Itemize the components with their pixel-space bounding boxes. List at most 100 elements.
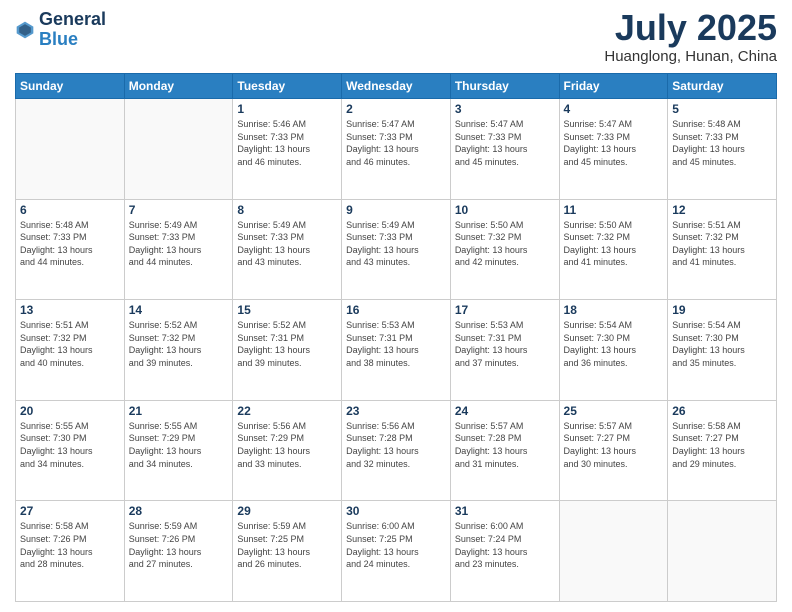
logo-blue: Blue xyxy=(39,30,106,50)
day-info: Sunrise: 5:52 AM Sunset: 7:31 PM Dayligh… xyxy=(237,319,337,369)
day-number: 27 xyxy=(20,504,120,518)
calendar-cell: 8 Sunrise: 5:49 AM Sunset: 7:33 PM Daylig… xyxy=(233,199,342,300)
day-number: 15 xyxy=(237,303,337,317)
day-info: Sunrise: 6:00 AM Sunset: 7:24 PM Dayligh… xyxy=(455,520,555,570)
day-number: 30 xyxy=(346,504,446,518)
calendar-cell: 28 Sunrise: 5:59 AM Sunset: 7:26 PM Dayli… xyxy=(124,501,233,602)
header: General Blue July 2025 Huanglong, Hunan,… xyxy=(15,10,777,65)
calendar-cell: 24 Sunrise: 5:57 AM Sunset: 7:28 PM Dayli… xyxy=(450,400,559,501)
month-title: July 2025 xyxy=(604,10,777,46)
calendar-cell: 10Sunrise: 5:50 AM Sunset: 7:32 PM Dayli… xyxy=(450,199,559,300)
day-number: 9 xyxy=(346,203,446,217)
day-info: Sunrise: 5:56 AM Sunset: 7:28 PM Dayligh… xyxy=(346,420,446,470)
week-row-1: 1 Sunrise: 5:46 AM Sunset: 7:33 PM Daylig… xyxy=(16,99,777,200)
calendar-cell: 23Sunrise: 5:56 AM Sunset: 7:28 PM Dayli… xyxy=(342,400,451,501)
calendar-cell: 4Sunrise: 5:47 AM Sunset: 7:33 PM Daylig… xyxy=(559,99,668,200)
day-number: 22 xyxy=(237,404,337,418)
day-info: Sunrise: 5:49 AM Sunset: 7:33 PM Dayligh… xyxy=(129,219,229,269)
day-info: Sunrise: 5:49 AM Sunset: 7:33 PM Dayligh… xyxy=(346,219,446,269)
calendar-cell: 29Sunrise: 5:59 AM Sunset: 7:25 PM Dayli… xyxy=(233,501,342,602)
day-number: 12 xyxy=(672,203,772,217)
calendar-cell: 11Sunrise: 5:50 AM Sunset: 7:32 PM Dayli… xyxy=(559,199,668,300)
day-number: 24 xyxy=(455,404,555,418)
day-info: Sunrise: 5:54 AM Sunset: 7:30 PM Dayligh… xyxy=(672,319,772,369)
calendar-cell: 14 Sunrise: 5:52 AM Sunset: 7:32 PM Dayli… xyxy=(124,300,233,401)
day-info: Sunrise: 5:54 AM Sunset: 7:30 PM Dayligh… xyxy=(564,319,664,369)
calendar-cell: 3 Sunrise: 5:47 AM Sunset: 7:33 PM Daylig… xyxy=(450,99,559,200)
calendar-cell: 15 Sunrise: 5:52 AM Sunset: 7:31 PM Dayli… xyxy=(233,300,342,401)
week-row-4: 20Sunrise: 5:55 AM Sunset: 7:30 PM Dayli… xyxy=(16,400,777,501)
day-info: Sunrise: 6:00 AM Sunset: 7:25 PM Dayligh… xyxy=(346,520,446,570)
day-info: Sunrise: 5:58 AM Sunset: 7:27 PM Dayligh… xyxy=(672,420,772,470)
day-info: Sunrise: 5:49 AM Sunset: 7:33 PM Dayligh… xyxy=(237,219,337,269)
day-info: Sunrise: 5:48 AM Sunset: 7:33 PM Dayligh… xyxy=(672,118,772,168)
day-number: 11 xyxy=(564,203,664,217)
day-info: Sunrise: 5:51 AM Sunset: 7:32 PM Dayligh… xyxy=(20,319,120,369)
day-number: 20 xyxy=(20,404,120,418)
calendar-cell: 25 Sunrise: 5:57 AM Sunset: 7:27 PM Dayli… xyxy=(559,400,668,501)
calendar-cell: 7 Sunrise: 5:49 AM Sunset: 7:33 PM Daylig… xyxy=(124,199,233,300)
col-header-wednesday: Wednesday xyxy=(342,74,451,99)
day-number: 3 xyxy=(455,102,555,116)
calendar-cell xyxy=(668,501,777,602)
col-header-monday: Monday xyxy=(124,74,233,99)
day-info: Sunrise: 5:47 AM Sunset: 7:33 PM Dayligh… xyxy=(455,118,555,168)
day-number: 19 xyxy=(672,303,772,317)
day-number: 4 xyxy=(564,102,664,116)
day-number: 2 xyxy=(346,102,446,116)
calendar-cell: 17Sunrise: 5:53 AM Sunset: 7:31 PM Dayli… xyxy=(450,300,559,401)
day-number: 8 xyxy=(237,203,337,217)
page: General Blue July 2025 Huanglong, Hunan,… xyxy=(0,0,792,612)
calendar-cell xyxy=(559,501,668,602)
col-header-friday: Friday xyxy=(559,74,668,99)
calendar-cell: 27Sunrise: 5:58 AM Sunset: 7:26 PM Dayli… xyxy=(16,501,125,602)
calendar-cell xyxy=(124,99,233,200)
day-info: Sunrise: 5:48 AM Sunset: 7:33 PM Dayligh… xyxy=(20,219,120,269)
day-number: 1 xyxy=(237,102,337,116)
title-block: July 2025 Huanglong, Hunan, China xyxy=(604,10,777,65)
day-number: 16 xyxy=(346,303,446,317)
col-header-saturday: Saturday xyxy=(668,74,777,99)
col-header-sunday: Sunday xyxy=(16,74,125,99)
day-info: Sunrise: 5:53 AM Sunset: 7:31 PM Dayligh… xyxy=(455,319,555,369)
day-number: 25 xyxy=(564,404,664,418)
calendar-cell: 5 Sunrise: 5:48 AM Sunset: 7:33 PM Daylig… xyxy=(668,99,777,200)
day-info: Sunrise: 5:57 AM Sunset: 7:28 PM Dayligh… xyxy=(455,420,555,470)
week-row-2: 6 Sunrise: 5:48 AM Sunset: 7:33 PM Daylig… xyxy=(16,199,777,300)
calendar-cell: 9 Sunrise: 5:49 AM Sunset: 7:33 PM Daylig… xyxy=(342,199,451,300)
day-number: 26 xyxy=(672,404,772,418)
calendar-cell: 16 Sunrise: 5:53 AM Sunset: 7:31 PM Dayli… xyxy=(342,300,451,401)
col-header-thursday: Thursday xyxy=(450,74,559,99)
calendar-table: SundayMondayTuesdayWednesdayThursdayFrid… xyxy=(15,73,777,602)
day-number: 7 xyxy=(129,203,229,217)
day-number: 6 xyxy=(20,203,120,217)
calendar-cell: 20Sunrise: 5:55 AM Sunset: 7:30 PM Dayli… xyxy=(16,400,125,501)
day-number: 14 xyxy=(129,303,229,317)
calendar-cell: 12Sunrise: 5:51 AM Sunset: 7:32 PM Dayli… xyxy=(668,199,777,300)
day-number: 10 xyxy=(455,203,555,217)
calendar-cell: 22 Sunrise: 5:56 AM Sunset: 7:29 PM Dayli… xyxy=(233,400,342,501)
day-info: Sunrise: 5:56 AM Sunset: 7:29 PM Dayligh… xyxy=(237,420,337,470)
day-info: Sunrise: 5:47 AM Sunset: 7:33 PM Dayligh… xyxy=(346,118,446,168)
calendar-cell: 6 Sunrise: 5:48 AM Sunset: 7:33 PM Daylig… xyxy=(16,199,125,300)
day-number: 29 xyxy=(237,504,337,518)
calendar-cell: 21 Sunrise: 5:55 AM Sunset: 7:29 PM Dayli… xyxy=(124,400,233,501)
calendar-cell xyxy=(16,99,125,200)
calendar-cell: 13Sunrise: 5:51 AM Sunset: 7:32 PM Dayli… xyxy=(16,300,125,401)
day-info: Sunrise: 5:53 AM Sunset: 7:31 PM Dayligh… xyxy=(346,319,446,369)
logo: General Blue xyxy=(15,10,106,50)
calendar-header-row: SundayMondayTuesdayWednesdayThursdayFrid… xyxy=(16,74,777,99)
day-info: Sunrise: 5:59 AM Sunset: 7:26 PM Dayligh… xyxy=(129,520,229,570)
day-info: Sunrise: 5:52 AM Sunset: 7:32 PM Dayligh… xyxy=(129,319,229,369)
day-info: Sunrise: 5:46 AM Sunset: 7:33 PM Dayligh… xyxy=(237,118,337,168)
col-header-tuesday: Tuesday xyxy=(233,74,342,99)
day-info: Sunrise: 5:57 AM Sunset: 7:27 PM Dayligh… xyxy=(564,420,664,470)
calendar-cell: 30 Sunrise: 6:00 AM Sunset: 7:25 PM Dayli… xyxy=(342,501,451,602)
calendar-cell: 19 Sunrise: 5:54 AM Sunset: 7:30 PM Dayli… xyxy=(668,300,777,401)
day-number: 21 xyxy=(129,404,229,418)
day-number: 28 xyxy=(129,504,229,518)
day-info: Sunrise: 5:55 AM Sunset: 7:29 PM Dayligh… xyxy=(129,420,229,470)
calendar-cell: 18 Sunrise: 5:54 AM Sunset: 7:30 PM Dayli… xyxy=(559,300,668,401)
day-number: 18 xyxy=(564,303,664,317)
day-number: 5 xyxy=(672,102,772,116)
